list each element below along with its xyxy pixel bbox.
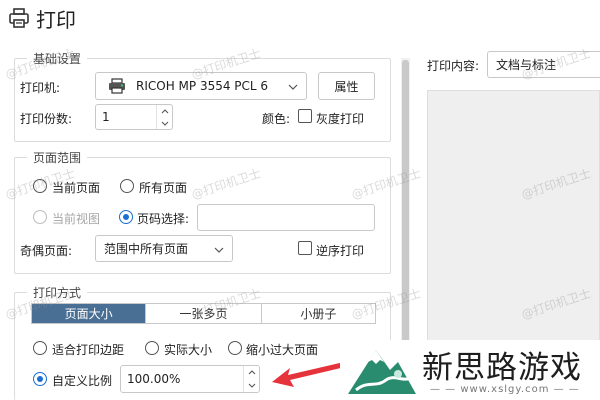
window-title: 打印: [36, 7, 76, 32]
mountain-logo-icon: [346, 344, 418, 399]
site-logo-url: — — www.xslgy.com — —: [430, 384, 580, 395]
page-range-legend: 页面范围: [27, 149, 88, 166]
copies-label: 打印份数:: [20, 112, 73, 126]
tab-booklet[interactable]: 小册子: [261, 304, 375, 323]
site-logo-text: 新思路游戏: [422, 350, 582, 386]
custom-scale-stepper[interactable]: 100.00%: [120, 365, 260, 393]
odd-even-select[interactable]: 范围中所有页面: [95, 235, 233, 262]
current-page-label[interactable]: 当前页面: [52, 179, 100, 196]
tab-multiple-pages[interactable]: 一张多页: [146, 304, 262, 323]
copies-value: 1: [102, 110, 110, 124]
fit-margins-label[interactable]: 适合打印边距: [52, 341, 124, 358]
fit-margins-radio[interactable]: [33, 341, 47, 355]
current-page-radio[interactable]: [33, 179, 47, 193]
odd-even-value: 范围中所有页面: [104, 242, 189, 256]
grayscale-checkbox[interactable]: [298, 109, 312, 123]
reverse-print-label[interactable]: 逆序打印: [316, 242, 364, 259]
stepper-down-icon[interactable]: [244, 379, 259, 392]
printer-icon: [8, 7, 30, 29]
page-select-label[interactable]: 页码选择:: [137, 210, 189, 227]
print-content-value: 文档与标注: [496, 58, 557, 72]
print-content-label: 打印内容:: [427, 59, 480, 73]
site-logo: 新思路游戏 — — www.xslgy.com — —: [340, 340, 600, 400]
reverse-print-checkbox[interactable]: [298, 241, 312, 255]
window-title-bar: 打印: [8, 4, 76, 32]
print-mode-tabs: 页面大小 一张多页 小册子: [31, 303, 376, 324]
chevron-down-icon: [288, 79, 298, 93]
actual-size-label[interactable]: 实际大小: [164, 341, 212, 358]
basic-settings-group: 基础设置: [14, 50, 391, 142]
print-content-select[interactable]: 文档与标注: [487, 51, 600, 78]
shrink-oversized-radio[interactable]: [228, 341, 242, 355]
printer-device-icon: [108, 78, 126, 94]
stepper-up-icon[interactable]: [157, 105, 172, 117]
custom-scale-radio[interactable]: [33, 372, 47, 386]
red-arrow-annotation: [268, 356, 348, 393]
chevron-down-icon: [214, 242, 224, 256]
custom-scale-label[interactable]: 自定义比例: [52, 372, 112, 389]
properties-button[interactable]: 属性: [318, 72, 375, 100]
all-pages-radio[interactable]: [120, 179, 134, 193]
stepper-up-icon[interactable]: [244, 366, 259, 379]
page-select-radio[interactable]: [119, 210, 133, 224]
page-select-input[interactable]: [197, 204, 375, 231]
stepper-down-icon[interactable]: [157, 117, 172, 129]
printer-select[interactable]: RICOH MP 3554 PCL 6: [95, 72, 307, 100]
printer-label: 打印机:: [20, 81, 61, 95]
all-pages-label[interactable]: 所有页面: [139, 179, 187, 196]
printer-value: RICOH MP 3554 PCL 6: [136, 79, 269, 93]
odd-even-label: 奇偶页面:: [20, 244, 73, 258]
basic-settings-legend: 基础设置: [27, 50, 88, 67]
grayscale-label[interactable]: 灰度打印: [316, 110, 364, 127]
copies-stepper[interactable]: 1: [95, 104, 173, 130]
current-view-label: 当前视图: [52, 212, 101, 226]
current-view-radio: [33, 210, 47, 224]
tab-page-size[interactable]: 页面大小: [32, 304, 147, 323]
custom-scale-value: 100.00%: [127, 372, 181, 386]
print-mode-legend: 打印方式: [27, 284, 88, 301]
actual-size-radio[interactable]: [145, 341, 159, 355]
color-label: 颜色:: [262, 112, 291, 126]
